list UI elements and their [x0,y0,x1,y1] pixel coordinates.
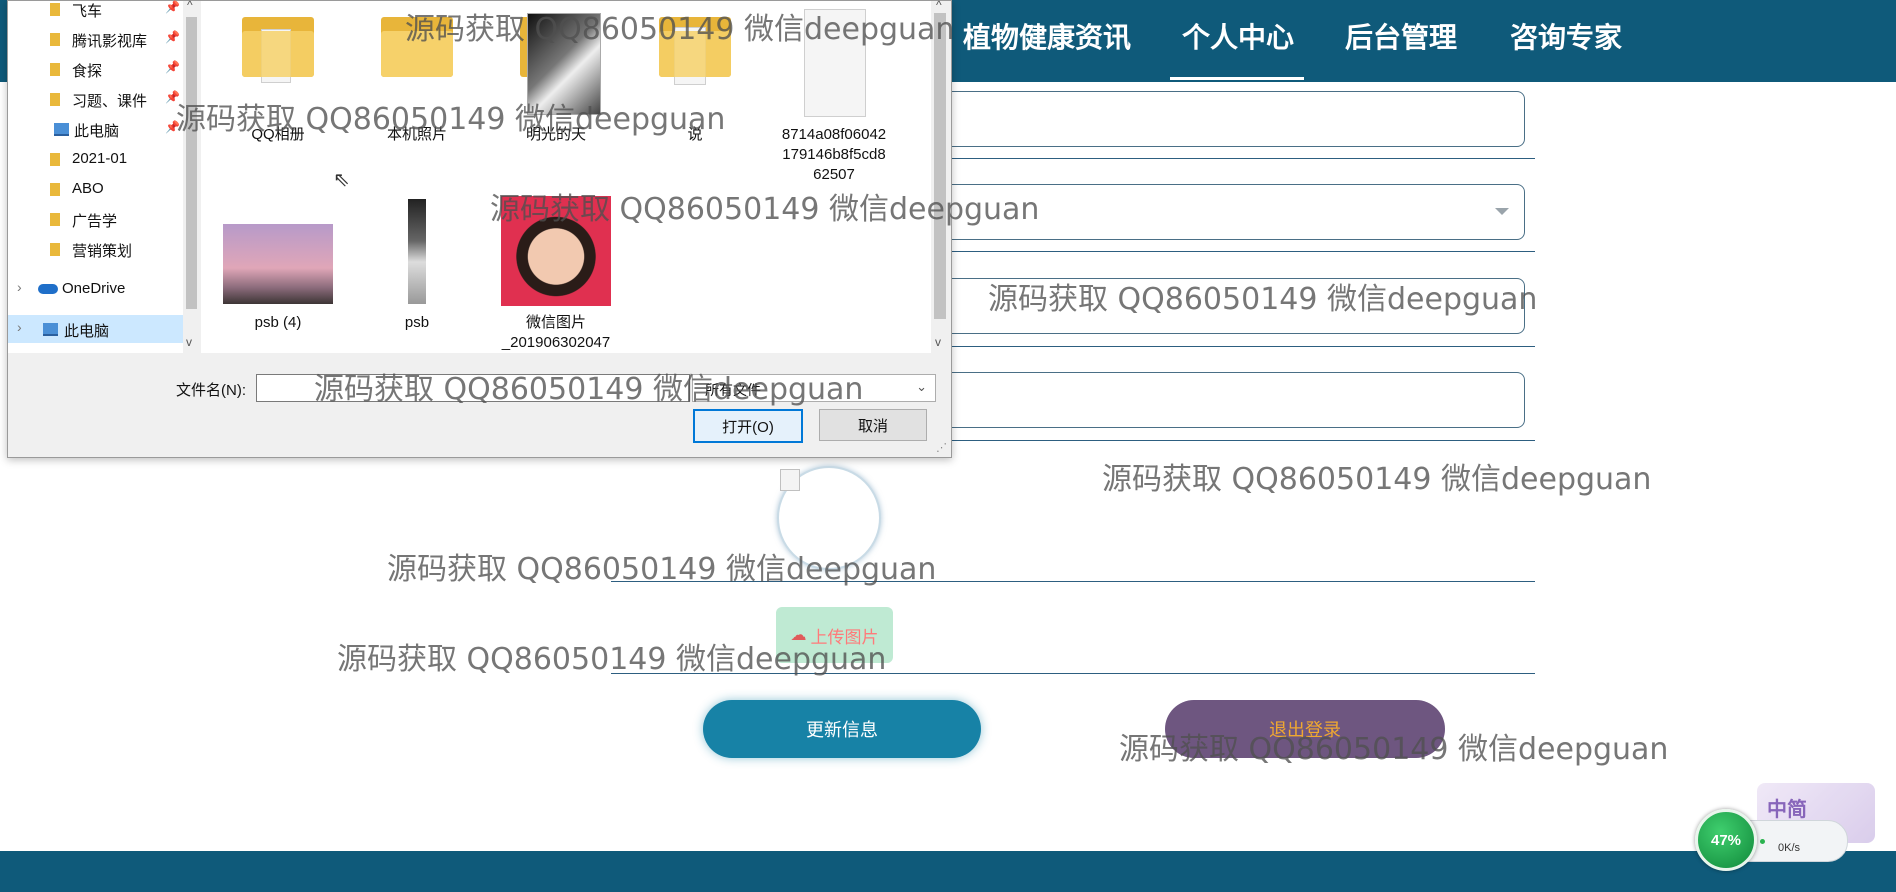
update-info-button[interactable]: 更新信息 [703,700,981,758]
folder-front [242,31,314,77]
profile-field-1[interactable] [935,91,1525,147]
dialog-nav-pane: 飞车 📌 腾讯影视库 📌 食探 📌 习题、课件 📌 此电脑 📌 2021-01 [8,0,183,353]
chevron-down-icon: ⌄ [916,379,927,394]
resize-grip-icon[interactable]: ⋰ [936,441,947,454]
network-rate: 0K/s [1778,842,1801,854]
chevron-down-icon [1495,208,1509,215]
nav-pane-item[interactable]: 习题、课件 📌 [8,85,183,113]
watermark-text: 源码获取 QQ86050149 微信deepguan [314,372,864,407]
pin-icon: 📌 [165,30,180,44]
nav-item-admin[interactable]: 后台管理 [1345,0,1457,82]
watermark-text: 源码获取 QQ86050149 微信deepguan [988,282,1538,317]
nav-pane-item[interactable]: 食探 📌 [8,55,183,83]
file-list-scrollbar[interactable]: ^ v [931,0,950,353]
nav-pane-item[interactable]: 此电脑 📌 [8,115,183,143]
folder-icon [50,243,60,256]
image-thumbnail [408,199,426,304]
computer-icon [43,323,58,336]
pin-icon: 📌 [165,60,180,74]
nav-pane-item[interactable]: 腾讯影视库 📌 [8,25,183,53]
field-divider [935,440,1535,441]
folder-icon [50,3,60,16]
nav-pane-item[interactable]: 2021-01 [8,145,183,173]
watermark-text: 源码获取 QQ86050149 微信deepguan [176,102,726,137]
filename-label: 文件名(N): [176,382,246,399]
dialog-file-list: QQ相册 本机照片 明光的天 说 8714a08f06042 179146b8f… [201,1,938,353]
scroll-up-icon[interactable]: ^ [187,0,193,12]
nav-pane-item-onedrive[interactable]: › OneDrive [8,275,183,303]
scroll-down-icon[interactable]: v [186,335,192,349]
folder-icon [50,33,60,46]
folder-icon [50,63,60,76]
nav-pane-item[interactable]: ABO [8,175,183,203]
field-divider [935,346,1535,347]
chevron-right-icon: › [17,279,22,295]
computer-icon [54,123,69,136]
scrollbar-thumb[interactable] [934,13,946,319]
watermark-text: 源码获取 QQ86050149 微信deepguan [337,642,887,677]
upload-dot-icon [1760,839,1765,844]
field-divider [935,251,1535,252]
chevron-right-icon: › [17,319,22,335]
scroll-down-icon[interactable]: v [935,335,941,349]
nav-pane-item[interactable]: 营销策划 [8,235,183,263]
nav-pane-item[interactable]: 广告学 [8,205,183,233]
cloud-icon [38,284,58,294]
active-nav-underline [1170,77,1304,80]
file-tile-image[interactable]: psb (4) [213,191,343,351]
ime-label: 中简 [1767,799,1807,821]
nav-pane-item[interactable]: 飞车 📌 [8,0,183,23]
page-footer [0,851,1896,892]
nav-item-plant-health[interactable]: 植物健康资讯 [963,0,1131,82]
cancel-button[interactable]: 取消 [819,409,927,441]
field-divider [935,158,1535,159]
watermark-text: 源码获取 QQ86050149 微信deepguan [405,12,955,47]
folder-icon [50,183,60,196]
broken-image-icon [780,469,800,491]
nav-pane-item-this-pc[interactable]: › 此电脑 [8,315,183,343]
folder-icon [50,213,60,226]
watermark-text: 源码获取 QQ86050149 微信deepguan [387,552,937,587]
memory-percent-badge[interactable]: 47% [1695,809,1757,871]
pin-icon: 📌 [165,0,180,14]
image-thumbnail [223,224,333,304]
file-tile-image[interactable]: psb [352,191,482,351]
mouse-cursor-icon: ⇖ [333,169,350,191]
folder-icon [50,93,60,106]
folder-icon [50,153,60,166]
nav-item-personal-center[interactable]: 个人中心 [1182,0,1294,82]
scrollbar-thumb[interactable] [186,17,197,309]
nav-item-consult-expert[interactable]: 咨询专家 [1510,0,1622,82]
nav-pane-scrollbar[interactable]: ^ v [183,0,200,353]
open-button[interactable]: 打开(O) [693,409,803,443]
watermark-text: 源码获取 QQ86050149 微信deepguan [490,192,1040,227]
watermark-text: 源码获取 QQ86050149 微信deepguan [1102,462,1652,497]
watermark-text: 源码获取 QQ86050149 微信deepguan [1119,732,1669,767]
profile-field-4[interactable] [935,372,1525,428]
